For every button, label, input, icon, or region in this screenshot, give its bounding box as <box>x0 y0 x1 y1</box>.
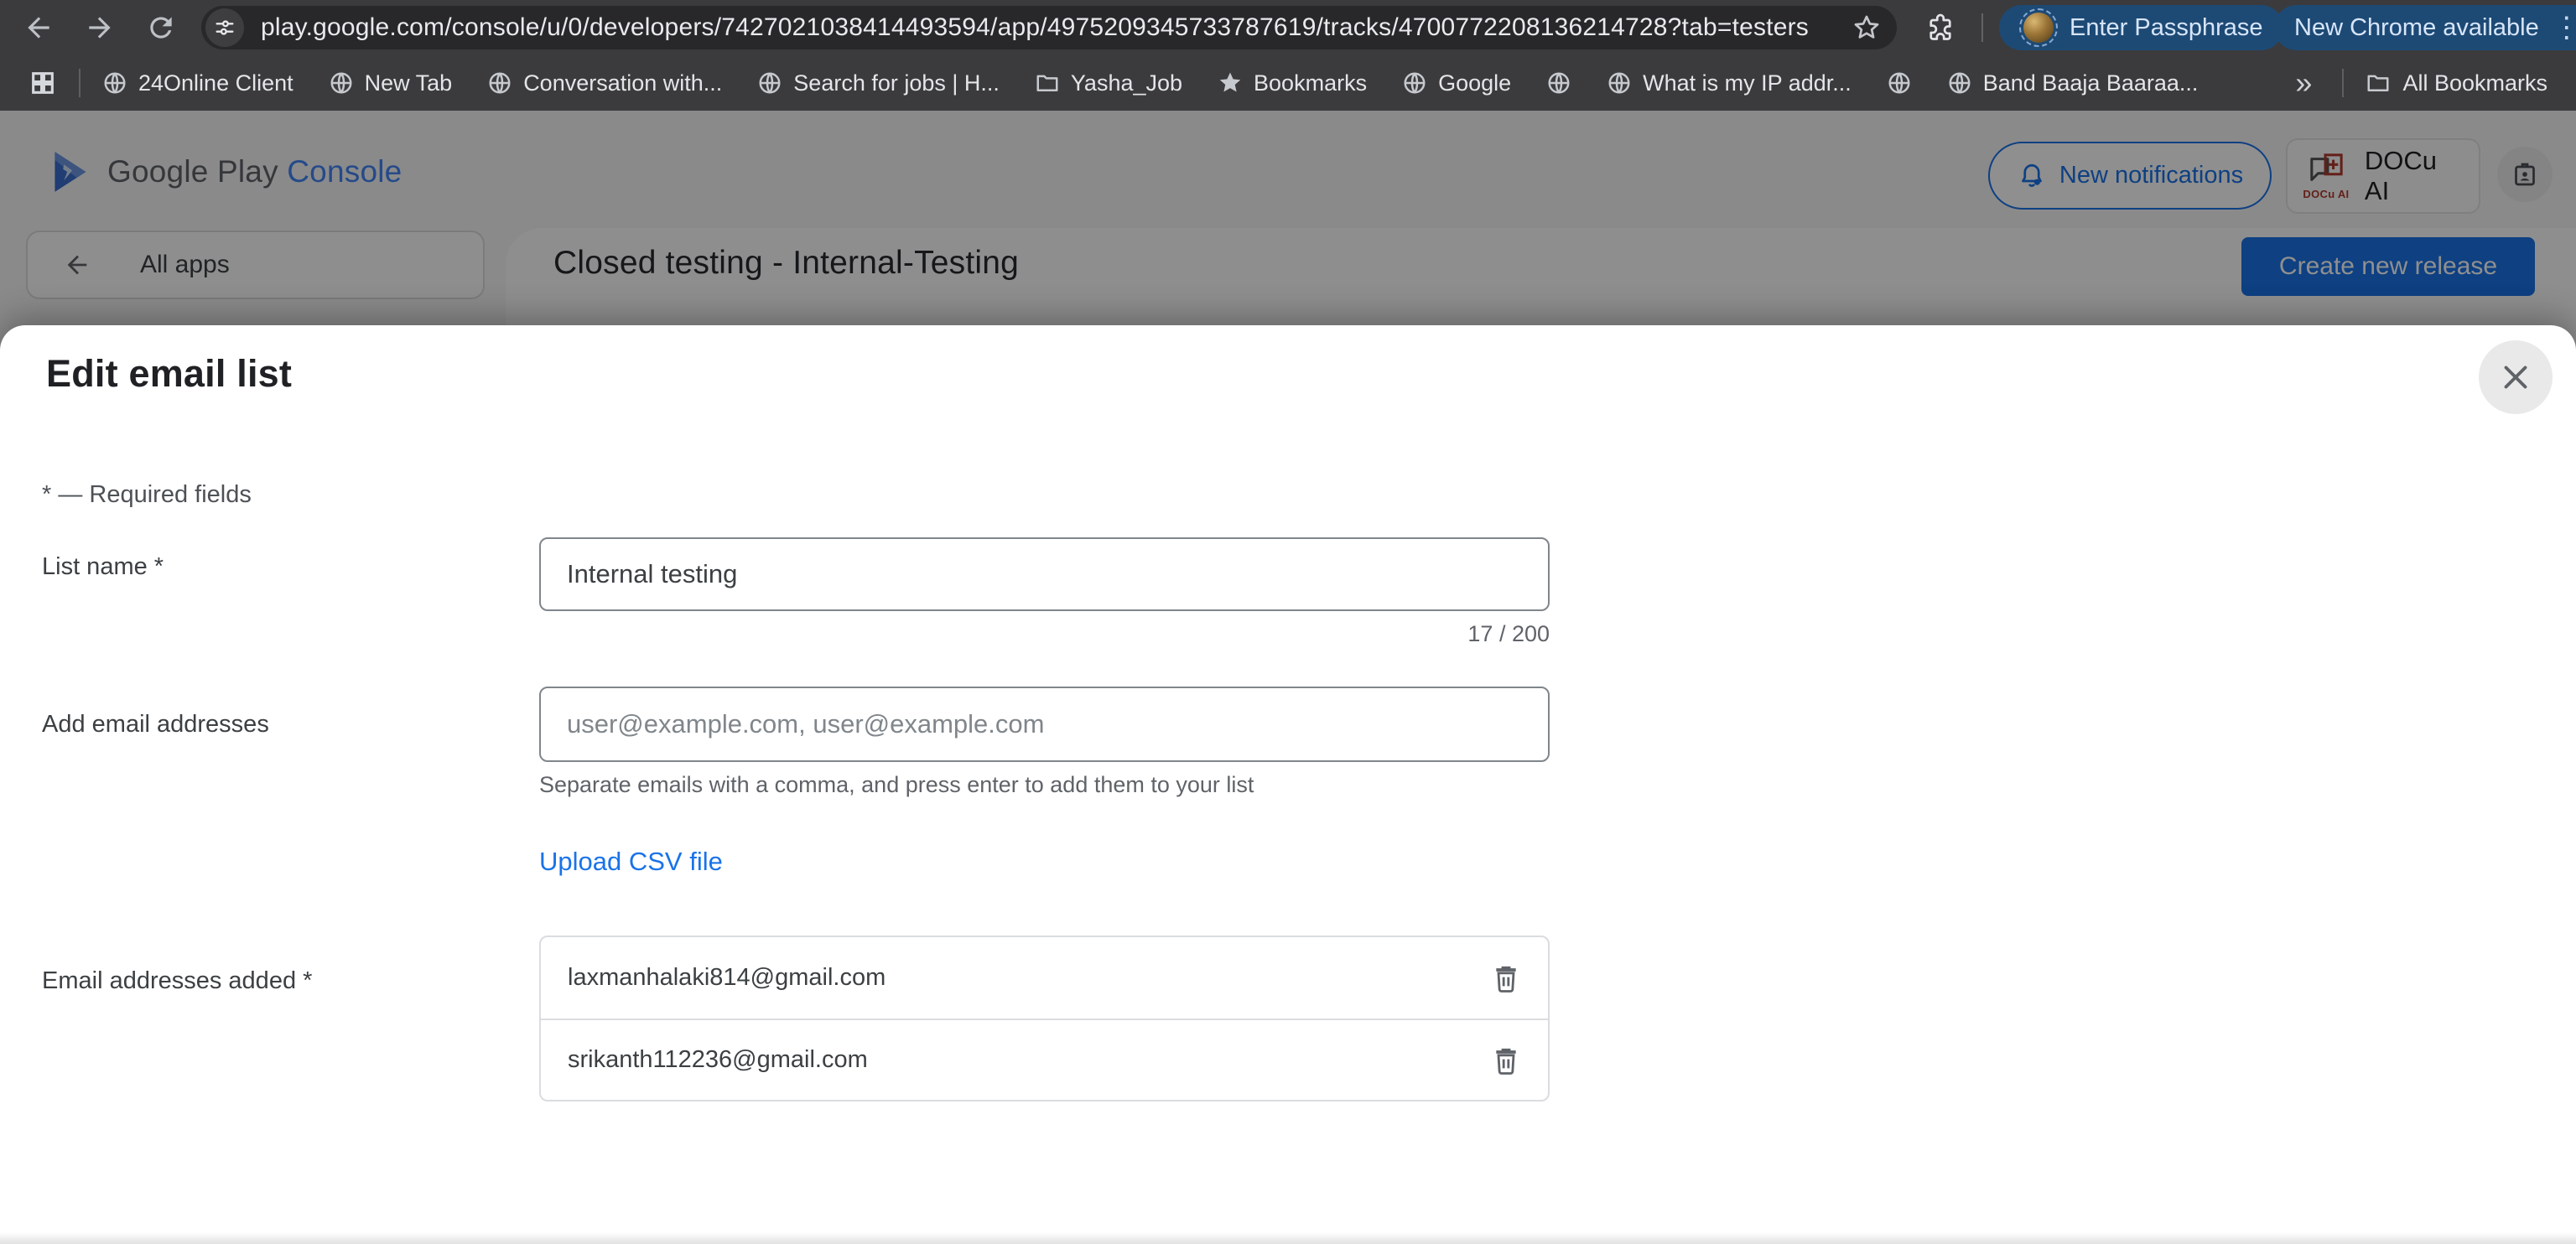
new-chrome-label: New Chrome available <box>2294 14 2539 42</box>
enter-passphrase-label: Enter Passphrase <box>2070 14 2263 42</box>
bookmark-item[interactable]: Band Baaja Baaraa... <box>1947 70 2199 96</box>
add-email-addresses-label: Add email addresses <box>42 711 269 739</box>
globe-icon <box>1887 70 1912 96</box>
upload-csv-link[interactable]: Upload CSV file <box>539 847 723 877</box>
add-email-addresses-input[interactable] <box>539 687 1550 762</box>
bookmarks-divider-2 <box>2342 69 2344 97</box>
bookmarks-overflow-chevron[interactable]: » <box>2287 65 2320 101</box>
bookmark-label: Bookmarks <box>1254 70 1367 96</box>
bookmarks-right: » All Bookmarks <box>2287 65 2547 101</box>
bookmark-label: Yasha_Job <box>1071 70 1182 96</box>
apps-grid-icon <box>29 69 57 97</box>
bookmark-items: 24Online Client New Tab Conversation with.… <box>102 70 2198 96</box>
globe-icon <box>1546 70 1571 96</box>
bookmark-item[interactable]: Yasha_Job <box>1035 70 1182 96</box>
bookmark-item[interactable]: New Tab <box>329 70 453 96</box>
bookmark-item[interactable]: Conversation with... <box>487 70 722 96</box>
back-arrow-icon <box>23 12 55 44</box>
star-outline-icon <box>1852 13 1882 43</box>
enter-passphrase-button[interactable]: Enter Passphrase <box>1999 5 2283 50</box>
trash-icon <box>1489 962 1523 995</box>
trash-icon <box>1489 1044 1523 1077</box>
email-addresses-added-label: Email addresses added * <box>42 967 312 995</box>
url-text[interactable]: play.google.com/console/u/0/developers/7… <box>261 13 1852 42</box>
email-row: srikanth112236@gmail.com <box>541 1019 1548 1100</box>
bookmark-label: Google <box>1438 70 1511 96</box>
back-button[interactable] <box>22 11 55 44</box>
url-bar[interactable]: play.google.com/console/u/0/developers/7… <box>201 6 1897 49</box>
tune-icon <box>213 16 236 39</box>
screen: play.google.com/console/u/0/developers/7… <box>0 0 2576 1244</box>
modal-title: Edit email list <box>46 352 292 396</box>
forward-button[interactable] <box>83 11 117 44</box>
chrome-menu-dots-icon[interactable]: ⋮ <box>2553 11 2576 44</box>
bookmark-label: 24Online Client <box>138 70 293 96</box>
toolbar-divider <box>1981 13 1983 42</box>
bookmark-item[interactable] <box>1887 70 1912 96</box>
globe-icon <box>1607 70 1632 96</box>
reload-button[interactable] <box>144 11 178 44</box>
email-address: srikanth112236@gmail.com <box>568 1046 868 1074</box>
globe-icon <box>757 70 782 96</box>
all-bookmarks-button[interactable]: All Bookmarks <box>2366 70 2547 96</box>
list-name-char-counter: 17 / 200 <box>539 621 1550 647</box>
globe-icon <box>102 70 127 96</box>
email-row: laxmanhalaki814@gmail.com <box>541 937 1548 1019</box>
folder-icon <box>2366 70 2391 96</box>
globe-icon <box>487 70 512 96</box>
bookmark-item[interactable]: Search for jobs | H... <box>757 70 1000 96</box>
browser-chrome: play.google.com/console/u/0/developers/7… <box>0 0 2576 111</box>
email-list: laxmanhalaki814@gmail.com srikanth112236@… <box>539 936 1550 1101</box>
star-icon <box>1218 70 1243 96</box>
bookmark-label: Search for jobs | H... <box>793 70 1000 96</box>
bookmark-label: Band Baaja Baaraa... <box>1983 70 2199 96</box>
edit-email-list-modal: Edit email list * — Required fields List… <box>0 325 2576 1244</box>
reload-icon <box>145 12 177 44</box>
globe-icon <box>1947 70 1972 96</box>
all-bookmarks-label: All Bookmarks <box>2402 70 2547 96</box>
bookmark-item[interactable]: Bookmarks <box>1218 70 1367 96</box>
delete-email-button[interactable] <box>1486 1040 1526 1081</box>
bookmark-item[interactable] <box>1546 70 1571 96</box>
bookmark-label: What is my IP addr... <box>1643 70 1852 96</box>
bookmark-star-button[interactable] <box>1852 13 1882 43</box>
close-icon <box>2496 358 2535 397</box>
site-settings-button[interactable] <box>205 8 244 47</box>
list-name-input[interactable] <box>539 537 1550 611</box>
bookmarks-bar: 24Online Client New Tab Conversation with.… <box>0 55 2576 111</box>
extension-avatar-ring <box>2019 8 2058 47</box>
extensions-button[interactable] <box>1924 11 1957 44</box>
new-chrome-available-button[interactable]: New Chrome available ⋮ <box>2274 5 2576 50</box>
globe-icon <box>1402 70 1427 96</box>
email-address: laxmanhalaki814@gmail.com <box>568 964 886 992</box>
bookmark-item[interactable]: Google <box>1402 70 1511 96</box>
close-modal-button[interactable] <box>2479 340 2553 414</box>
bookmark-item[interactable]: 24Online Client <box>102 70 293 96</box>
list-name-label: List name * <box>42 553 164 581</box>
bookmarks-divider <box>79 69 80 97</box>
bookmark-label: New Tab <box>365 70 453 96</box>
extensions-puzzle-icon <box>1925 13 1955 43</box>
delete-email-button[interactable] <box>1486 958 1526 998</box>
browser-nav-row: play.google.com/console/u/0/developers/7… <box>0 0 2576 55</box>
modal-bottom-shadow <box>0 1232 2576 1244</box>
apps-grid-button[interactable] <box>29 69 57 97</box>
forward-arrow-icon <box>84 12 116 44</box>
required-fields-note: * — Required fields <box>42 481 252 509</box>
globe-icon <box>329 70 354 96</box>
add-emails-helper-text: Separate emails with a comma, and press … <box>539 772 1254 798</box>
extension-avatar-icon <box>2023 13 2054 43</box>
bookmark-label: Conversation with... <box>523 70 722 96</box>
bookmark-item[interactable]: What is my IP addr... <box>1607 70 1852 96</box>
folder-icon <box>1035 70 1060 96</box>
